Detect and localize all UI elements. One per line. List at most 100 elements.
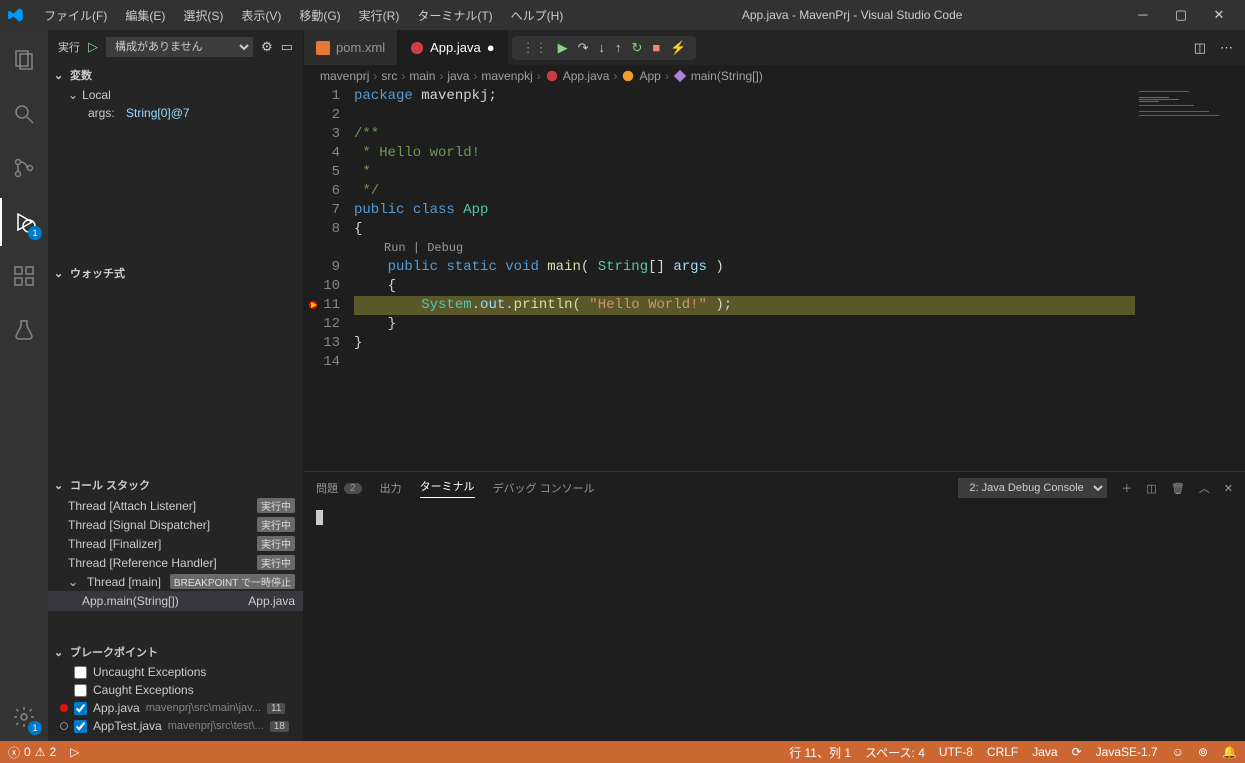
activity-source-control[interactable] [0,144,48,192]
stack-frame[interactable]: App.main(String[]) App.java [48,591,303,611]
continue-icon[interactable]: ▶ [558,40,568,56]
status-spaces[interactable]: スペース: 4 [865,744,925,761]
bc-item[interactable]: App [639,69,660,83]
bp-checkbox[interactable] [74,684,87,697]
bc-item[interactable]: main [409,69,435,83]
gutter[interactable]: 1 2 3 4 5 6 7 8 9 10 11 12 13 1 [304,87,354,471]
menu-view[interactable]: 表示(V) [233,3,289,28]
menu-terminal[interactable]: ターミナル(T) [409,3,500,28]
bc-item[interactable]: main(String[]) [691,69,763,83]
menu-edit[interactable]: 編集(E) [117,3,173,28]
section-watch[interactable]: ⌄ ウォッチ式 [48,262,303,284]
terminal[interactable] [304,504,1245,741]
status-sync-icon[interactable]: ⟳ [1072,745,1082,759]
codelens-run-debug[interactable]: Run | Debug [354,239,1245,258]
breakpoint-current-icon[interactable] [308,300,318,310]
bc-item[interactable]: java [447,69,469,83]
minimap[interactable] [1135,87,1245,471]
breakpoint-item[interactable]: AppTest.java mavenprj\src\test\... 18 [48,717,303,735]
code-content[interactable]: package mavenpkj; /** * Hello world! * *… [354,87,1245,471]
activity-search[interactable] [0,90,48,138]
tab-terminal[interactable]: ターミナル [420,478,475,498]
thread-status: BREAKPOINT で一時停止 [170,574,295,589]
step-into-icon[interactable]: ↓ [598,40,605,55]
minimize-icon[interactable]: ─ [1133,7,1153,23]
status-bell-icon[interactable]: 🔔 [1222,745,1237,759]
status-lang[interactable]: Java [1032,745,1057,759]
scope-local[interactable]: ⌄ Local [48,86,303,104]
bp-caught[interactable]: Caught Exceptions [48,681,303,699]
debug-console-toggle-icon[interactable]: ▭ [281,39,293,55]
window-title: App.java - MavenPrj - Visual Studio Code [571,8,1133,22]
titlebar: ファイル(F) 編集(E) 選択(S) 表示(V) 移動(G) 実行(R) ター… [0,0,1245,30]
drag-handle-icon[interactable]: ⋮⋮ [522,40,548,56]
menu-selection[interactable]: 選択(S) [175,3,231,28]
maximize-icon[interactable]: ▢ [1171,7,1191,23]
debug-floating-toolbar[interactable]: ⋮⋮ ▶ ↷ ↓ ↑ ↻ ■ ⚡ [512,36,697,60]
status-line-col[interactable]: 行 11、列 1 [789,744,851,761]
activity-explorer[interactable] [0,36,48,84]
debug-config-select[interactable]: 構成がありません [106,37,253,57]
stop-icon[interactable]: ■ [652,40,660,55]
step-over-icon[interactable]: ↷ [578,40,589,56]
hot-reload-icon[interactable]: ⚡ [670,40,686,56]
tab-pom[interactable]: pom.xml [304,30,398,65]
breakpoint-item[interactable]: App.java mavenprj\src\main\jav... 11 [48,699,303,717]
method-icon [673,69,687,83]
code-editor[interactable]: 1 2 3 4 5 6 7 8 9 10 11 12 13 1 [304,87,1245,471]
menu-file[interactable]: ファイル(F) [36,3,115,28]
section-breakpoints[interactable]: ⌄ ブレークポイント [48,641,303,663]
menu-go[interactable]: 移動(G) [291,3,348,28]
split-editor-icon[interactable]: ◫ [1194,40,1206,56]
menu-help[interactable]: ヘルプ(H) [503,3,572,28]
breadcrumb[interactable]: mavenprj› src› main› java› mavenpkj› App… [304,65,1245,87]
activity-testing[interactable] [0,306,48,354]
gear-icon[interactable]: ⚙ [261,39,273,55]
tab-output[interactable]: 出力 [380,480,402,496]
section-variables[interactable]: ⌄ 変数 [48,64,303,86]
restart-icon[interactable]: ↻ [631,40,642,56]
thread-main[interactable]: ⌄ Thread [main] BREAKPOINT で一時停止 [48,572,303,591]
kill-terminal-icon[interactable]: 🗑 [1171,482,1185,495]
bc-item[interactable]: mavenpkj [481,69,532,83]
line-number: 13 [304,334,340,353]
status-encoding[interactable]: UTF-8 [939,745,973,759]
status-feedback-icon[interactable]: ☺ [1172,745,1184,759]
thread-item[interactable]: Thread [Reference Handler] 実行中 [48,553,303,572]
section-callstack[interactable]: ⌄ コール スタック [48,474,303,496]
line-number: 12 [304,315,340,334]
bc-item[interactable]: App.java [563,69,610,83]
thread-item[interactable]: Thread [Finalizer] 実行中 [48,534,303,553]
tab-problems[interactable]: 問題 2 [316,480,362,496]
bp-checkbox[interactable] [74,666,87,679]
maximize-panel-icon[interactable]: ︿ [1199,480,1210,496]
activity-manage[interactable]: 1 [0,693,48,741]
more-actions-icon[interactable]: ⋯ [1220,40,1233,56]
tab-debug-console[interactable]: デバッグ コンソール [493,480,595,496]
variable-args[interactable]: args: String[0]@7 [48,104,303,122]
activity-extensions[interactable] [0,252,48,300]
menu-run[interactable]: 実行(R) [351,3,408,28]
step-out-icon[interactable]: ↑ [615,40,622,55]
bp-checkbox[interactable] [74,702,87,715]
tab-app[interactable]: App.java ● [398,30,507,65]
split-terminal-icon[interactable]: ◫ [1146,482,1156,495]
thread-item[interactable]: Thread [Signal Dispatcher] 実行中 [48,515,303,534]
breakpoint-dot-icon [60,704,68,712]
status-errors[interactable]: ⓧ0 ⚠2 [8,744,56,761]
status-jdk[interactable]: JavaSE-1.7 [1096,745,1158,759]
activity-run-debug[interactable]: 1 [0,198,48,246]
terminal-select[interactable]: 2: Java Debug Console [958,478,1107,498]
status-debug-start[interactable]: ▷ [70,745,79,759]
close-panel-icon[interactable]: ✕ [1224,482,1233,495]
new-terminal-icon[interactable]: ＋ [1121,480,1132,496]
bp-checkbox[interactable] [74,720,87,733]
bc-item[interactable]: src [381,69,397,83]
start-debug-icon[interactable]: ▷ [88,39,98,55]
status-eol[interactable]: CRLF [987,745,1018,759]
bp-uncaught[interactable]: Uncaught Exceptions [48,663,303,681]
status-broadcast-icon[interactable]: ⊚ [1198,745,1208,759]
close-icon[interactable]: ✕ [1209,7,1229,23]
bc-item[interactable]: mavenprj [320,69,369,83]
thread-item[interactable]: Thread [Attach Listener] 実行中 [48,496,303,515]
